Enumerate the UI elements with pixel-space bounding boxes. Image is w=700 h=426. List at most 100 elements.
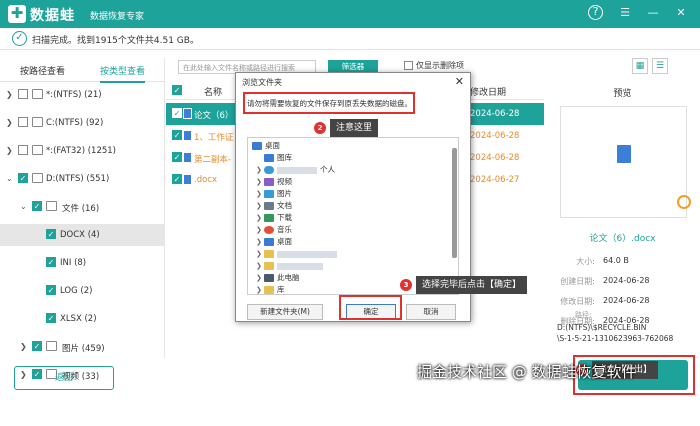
- tree-item-xlsx[interactable]: ✓ XLSX (2): [0, 308, 165, 330]
- chevron-right-icon[interactable]: ❯: [256, 260, 264, 272]
- folder-node[interactable]: ❯ 个人: [256, 164, 335, 176]
- checkbox[interactable]: [404, 61, 413, 70]
- select-all-checkbox[interactable]: ✓: [172, 85, 182, 95]
- folder-node[interactable]: ❯ 文档: [256, 200, 292, 212]
- property-value: 64.0 B: [603, 256, 629, 265]
- folder-node-label: 图库: [277, 153, 292, 162]
- tree-item-drive-fat32[interactable]: ❯ *:(FAT32) (1251): [0, 140, 165, 162]
- chevron-right-icon[interactable]: ❯: [256, 188, 264, 200]
- chevron-right-icon[interactable]: ❯: [256, 224, 264, 236]
- column-date[interactable]: 修改日期: [470, 85, 506, 98]
- chevron-right-icon[interactable]: ❯: [256, 212, 264, 224]
- folder-node[interactable]: ❯ 图片: [256, 188, 292, 200]
- chevron-right-icon[interactable]: ❯: [256, 176, 264, 188]
- app-logo-icon: ✚: [8, 5, 26, 23]
- tree-item-images[interactable]: ❯ ✓ 图片 (459): [0, 336, 165, 358]
- column-name[interactable]: 名称: [204, 85, 222, 98]
- folder-node-label: 库: [277, 285, 285, 294]
- chevron-right-icon[interactable]: ❯: [256, 248, 264, 260]
- drive-icon: [32, 89, 43, 99]
- folder-node[interactable]: ❯ 桌面: [256, 236, 292, 248]
- word-file-icon: [183, 108, 192, 119]
- folder-node[interactable]: ❯ 视频: [256, 176, 292, 188]
- checkbox[interactable]: [18, 89, 28, 99]
- video-icon: [264, 178, 274, 186]
- document-icon: [264, 202, 274, 210]
- help-button[interactable]: ?: [588, 5, 603, 20]
- cancel-button[interactable]: 取消: [406, 304, 456, 320]
- checkbox-checked[interactable]: ✓: [46, 285, 56, 295]
- tree-item-label: INI (8): [60, 258, 87, 268]
- checkbox-checked[interactable]: ✓: [172, 152, 182, 162]
- checkbox[interactable]: [18, 117, 28, 127]
- only-deleted-toggle[interactable]: 仅显示删除项: [404, 60, 464, 71]
- file-name: .docx: [194, 175, 218, 185]
- file-date: 2024-06-28: [470, 131, 520, 141]
- chevron-right-icon[interactable]: ❯: [20, 342, 27, 351]
- folder-tree[interactable]: 桌面 图库 ❯ 个人 ❯ 视频 ❯ 图片 ❯ 文档 ❯ 下载 ❯ 音乐 ❯ 桌面 ❯ ❯ ❯ 此…: [247, 137, 459, 295]
- tree-item-label: 文件 (16): [62, 204, 100, 214]
- path-line: D:(NTFS)\$RECYCLE.BIN: [557, 323, 647, 332]
- checkbox-checked[interactable]: ✓: [18, 173, 28, 183]
- chevron-right-icon[interactable]: ❯: [6, 118, 13, 127]
- chevron-down-icon[interactable]: ⌄: [6, 174, 13, 183]
- file-date: 2024-06-27: [470, 175, 520, 185]
- tab-by-path[interactable]: 按路径查看: [20, 64, 65, 77]
- folder-node[interactable]: ❯ 库: [256, 284, 285, 294]
- chevron-right-icon[interactable]: ❯: [256, 284, 264, 294]
- checkbox-checked[interactable]: ✓: [172, 174, 182, 184]
- close-button[interactable]: ✕: [672, 4, 690, 22]
- checkbox[interactable]: [18, 145, 28, 155]
- checkbox-checked[interactable]: ✓: [32, 201, 42, 211]
- back-button[interactable]: 返回: [14, 366, 114, 390]
- chevron-right-icon[interactable]: ❯: [256, 272, 264, 284]
- checkbox-checked[interactable]: ✓: [46, 229, 56, 239]
- zoom-icon[interactable]: [677, 195, 691, 209]
- tab-by-type[interactable]: 按类型查看: [100, 64, 146, 83]
- tree-item-ini[interactable]: ✓ INI (8): [0, 252, 165, 274]
- property-key: 大小:: [576, 257, 595, 266]
- tree-item-drive-1[interactable]: ❯ *:(NTFS) (21): [0, 84, 165, 106]
- chevron-right-icon[interactable]: ❯: [256, 164, 264, 176]
- library-icon: [264, 286, 274, 294]
- chevron-right-icon[interactable]: ❯: [256, 200, 264, 212]
- folder-node[interactable]: ❯ 下载: [256, 212, 292, 224]
- folder-node-label: 音乐: [277, 225, 292, 234]
- blurred-name: [277, 262, 323, 270]
- checkbox-checked[interactable]: ✓: [46, 313, 56, 323]
- gallery-icon: [264, 154, 274, 162]
- preview-box: [560, 106, 691, 218]
- check-circle-icon: ✓: [12, 31, 27, 46]
- property-value: 2024-06-28: [603, 296, 650, 305]
- checkbox-checked[interactable]: ✓: [172, 130, 182, 140]
- grid-view-icon[interactable]: ▦: [632, 58, 648, 74]
- minimize-button[interactable]: —: [644, 4, 662, 22]
- file-name: 第二副本-: [194, 155, 232, 165]
- list-view-icon[interactable]: ☰: [652, 58, 668, 74]
- folder-node[interactable]: 桌面: [252, 140, 280, 152]
- tree-item-docx[interactable]: ✓ DOCX (4): [0, 224, 165, 246]
- folder-node[interactable]: ❯: [256, 260, 323, 272]
- checkbox-checked[interactable]: ✓: [32, 341, 42, 351]
- chevron-right-icon[interactable]: ❯: [6, 90, 13, 99]
- property-value: 2024-06-28: [603, 276, 650, 285]
- tree-item-drive-c[interactable]: ❯ C:(NTFS) (92): [0, 112, 165, 134]
- folder-node[interactable]: ❯ 音乐: [256, 224, 292, 236]
- dialog-close-icon[interactable]: ✕: [455, 75, 464, 88]
- new-folder-button[interactable]: 新建文件夹(M): [247, 304, 323, 320]
- folder-node[interactable]: ❯: [256, 248, 337, 260]
- checkbox-checked[interactable]: ✓: [172, 108, 182, 118]
- chevron-right-icon[interactable]: ❯: [256, 236, 264, 248]
- menu-button[interactable]: ☰: [616, 4, 634, 22]
- tree-item-log[interactable]: ✓ LOG (2): [0, 280, 165, 302]
- scrollbar[interactable]: [452, 148, 457, 258]
- chevron-down-icon[interactable]: ⌄: [20, 202, 27, 211]
- tree-item-files[interactable]: ⌄ ✓ 文件 (16): [0, 196, 165, 218]
- sidebar: 按路径查看 按类型查看 ❯ *:(NTFS) (21) ❯ C:(NTFS) (…: [0, 58, 165, 380]
- folder-node[interactable]: 图库: [256, 152, 292, 164]
- folder-node-label: 此电脑: [277, 273, 300, 282]
- chevron-right-icon[interactable]: ❯: [6, 146, 13, 155]
- checkbox-checked[interactable]: ✓: [46, 257, 56, 267]
- folder-node[interactable]: ❯ 此电脑: [256, 272, 300, 284]
- tree-item-drive-d[interactable]: ⌄ ✓ D:(NTFS) (551): [0, 168, 165, 190]
